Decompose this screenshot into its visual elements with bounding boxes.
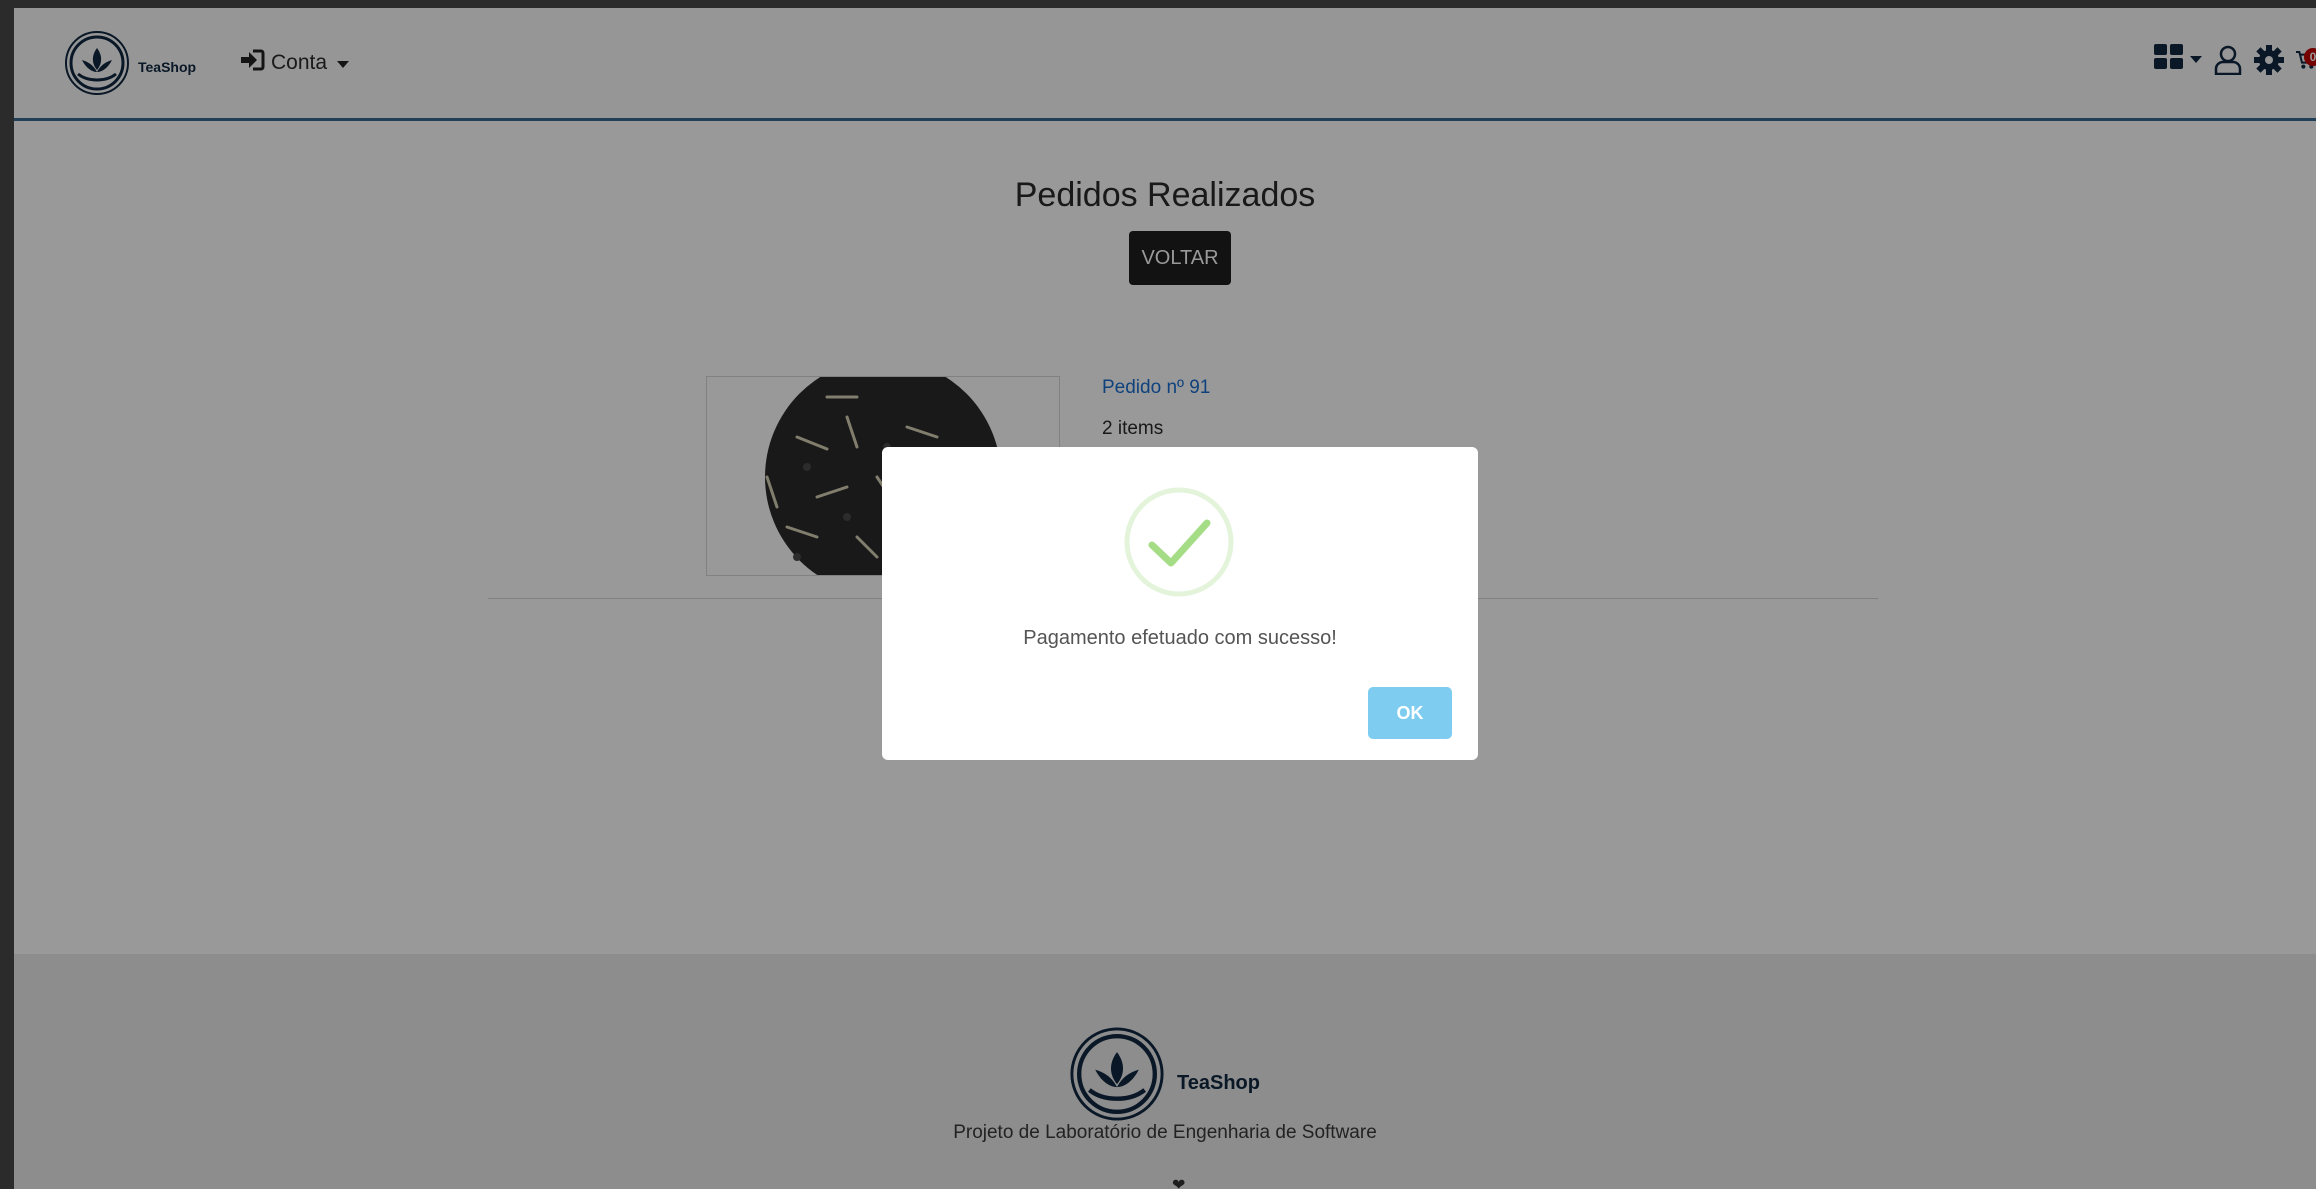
- success-dialog: Pagamento efetuado com sucesso! OK: [882, 447, 1478, 760]
- checkmark-icon: [1124, 487, 1234, 597]
- browser-viewport: TeaShop Conta 0 Pedidos Realizados VOLTA…: [14, 8, 2316, 1189]
- ok-button[interactable]: OK: [1368, 687, 1452, 739]
- dialog-message: Pagamento efetuado com sucesso!: [1023, 627, 1337, 649]
